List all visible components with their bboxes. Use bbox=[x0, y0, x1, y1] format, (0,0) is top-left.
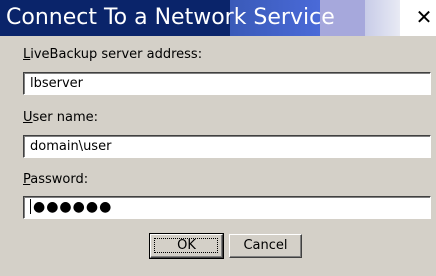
window-title: Connect To a Network Service bbox=[6, 5, 335, 30]
user-name-label-text: ser name: bbox=[32, 110, 99, 125]
server-address-value: lbserver bbox=[30, 76, 84, 91]
server-address-input[interactable]: lbserver bbox=[23, 72, 431, 95]
ok-button-label: OK bbox=[177, 238, 196, 253]
password-label: Password: bbox=[23, 172, 88, 187]
cancel-button[interactable]: Cancel bbox=[229, 234, 302, 258]
user-name-label: User name: bbox=[23, 110, 98, 125]
text-caret bbox=[30, 199, 31, 214]
close-icon[interactable]: ✕ bbox=[414, 4, 434, 30]
user-name-label-accel: U bbox=[23, 110, 33, 125]
server-address-label-text: iveBackup server address: bbox=[30, 47, 203, 62]
cancel-button-label: Cancel bbox=[243, 238, 288, 253]
connect-dialog: Connect To a Network Service ✕ LiveBacku… bbox=[0, 0, 436, 276]
ok-button[interactable]: OK bbox=[149, 233, 224, 259]
user-name-value: domain\user bbox=[30, 139, 112, 154]
title-bar[interactable]: Connect To a Network Service ✕ bbox=[0, 0, 436, 36]
password-input[interactable]: ●●●●●● bbox=[23, 196, 431, 219]
password-label-text: assword: bbox=[30, 172, 89, 187]
server-address-label: LiveBackup server address: bbox=[23, 47, 202, 62]
user-name-input[interactable]: domain\user bbox=[23, 135, 431, 158]
password-masked-value: ●●●●●● bbox=[33, 199, 113, 215]
